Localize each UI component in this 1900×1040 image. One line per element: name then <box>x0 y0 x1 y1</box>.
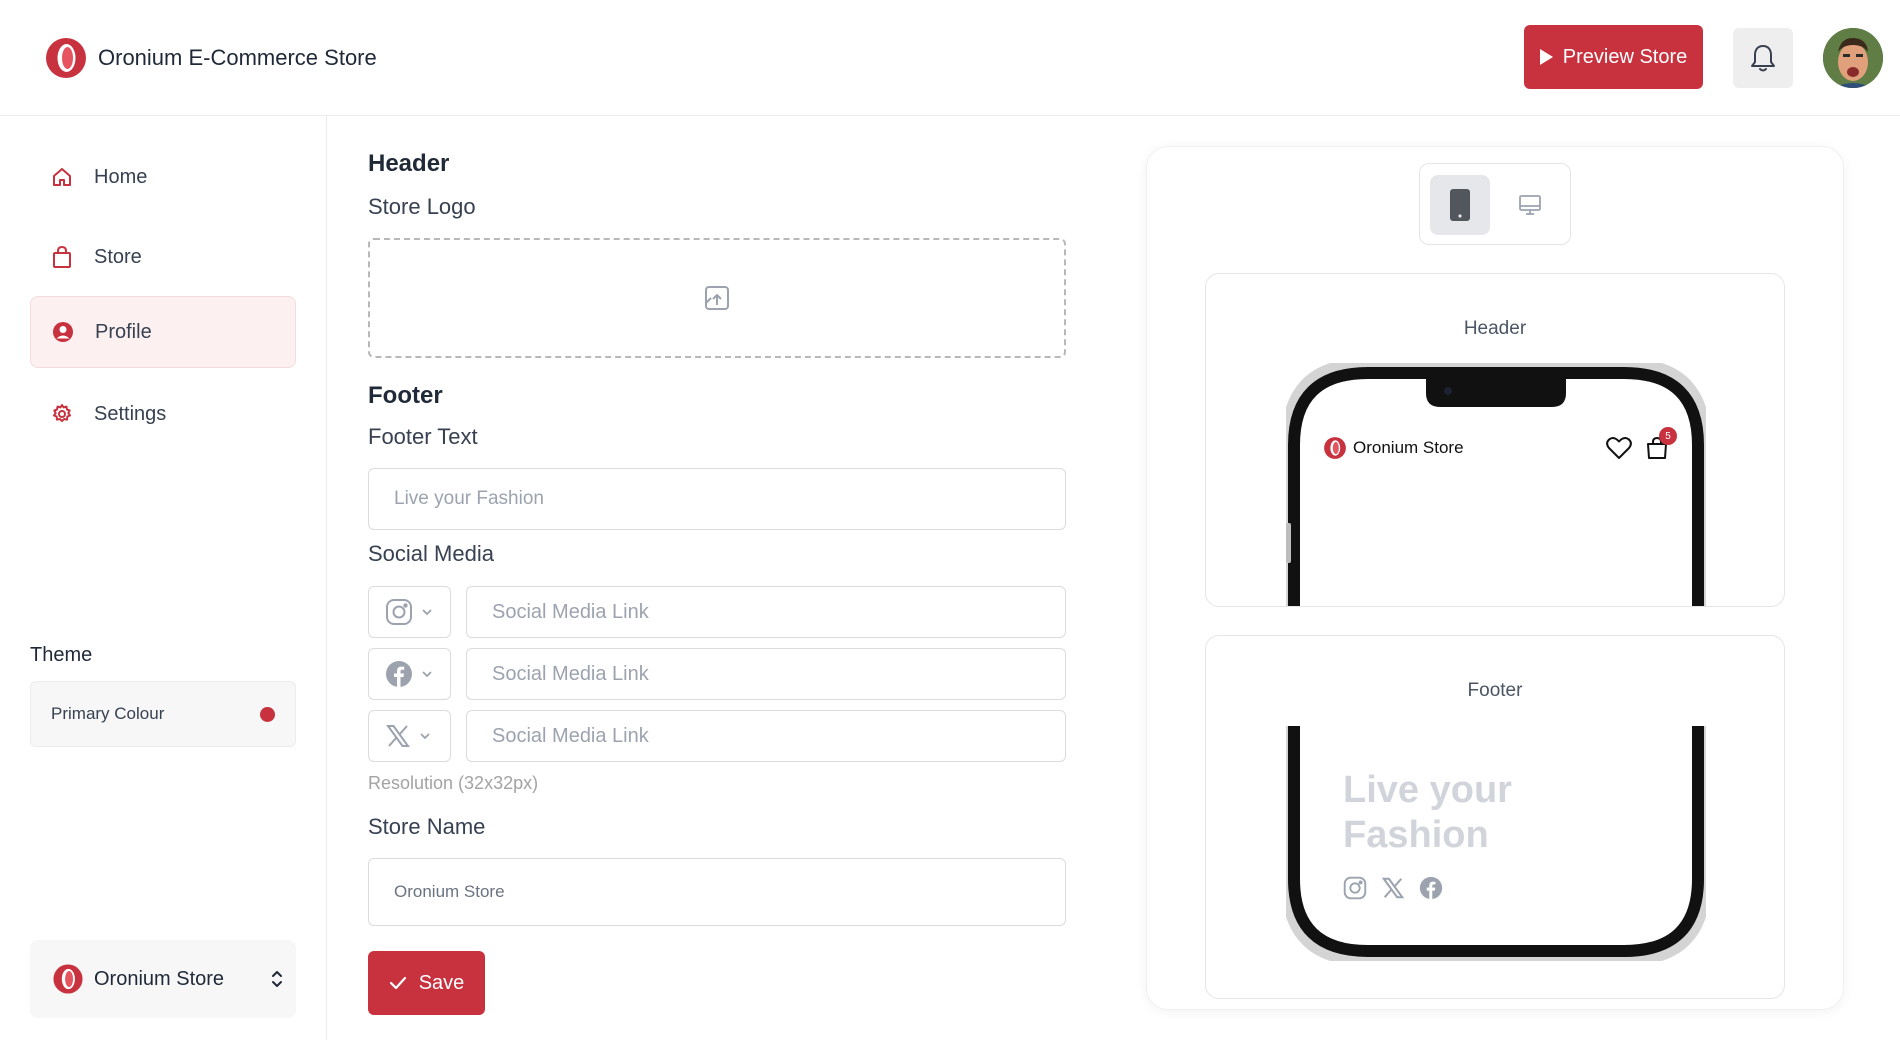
preview-store-button[interactable]: Preview Store <box>1524 25 1703 89</box>
play-icon <box>1539 49 1553 65</box>
social-link-input[interactable]: Social Media Link <box>466 586 1066 638</box>
phone-frame-top-image <box>1281 358 1711 606</box>
instagram-icon <box>386 599 412 625</box>
chevron-down-icon <box>422 671 432 678</box>
phone-frame-top <box>1281 358 1711 606</box>
theme-label: Theme <box>30 644 93 666</box>
footer-preview-card: Footer Live your Fashion <box>1205 635 1785 999</box>
device-toggle <box>1419 163 1571 245</box>
header-section-title: Header <box>368 150 450 177</box>
primary-colour-label: Primary Colour <box>51 704 165 723</box>
chevron-down-icon <box>422 609 432 616</box>
preview-store-header: Oronium Store <box>1323 436 1464 460</box>
instagram-icon[interactable] <box>1343 876 1367 900</box>
social-link-input[interactable]: Social Media Link <box>466 648 1066 700</box>
social-row: Social Media Link <box>368 648 1066 700</box>
mobile-view-button[interactable] <box>1430 175 1490 235</box>
chevron-down-icon <box>420 733 430 740</box>
save-label: Save <box>418 971 465 994</box>
sidebar-item-label: Profile <box>95 320 152 343</box>
sidebar-item-label: Home <box>94 165 148 188</box>
desktop-view-button[interactable] <box>1500 175 1560 235</box>
image-upload-icon <box>705 286 729 310</box>
notifications-button[interactable] <box>1733 28 1793 88</box>
store-switcher[interactable]: Oronium Store <box>30 940 296 1018</box>
preview-footer-socials <box>1343 876 1443 900</box>
save-button[interactable]: Save <box>368 951 485 1015</box>
header-preview-card: Header Oronium Store 5 <box>1205 273 1785 607</box>
preview-panel: Header Oronium Store 5 Footer Live your … <box>1146 146 1844 1010</box>
oronium-logo <box>46 38 86 78</box>
social-platform-select[interactable] <box>368 710 451 762</box>
sidebar-item-label: Store <box>94 245 142 268</box>
store-name-label: Store Name <box>368 814 486 839</box>
footer-text-input[interactable]: Live your Fashion <box>368 468 1066 530</box>
footer-section-title: Footer <box>368 382 443 409</box>
store-logo-label: Store Logo <box>368 194 476 219</box>
social-platform-select[interactable] <box>368 586 451 638</box>
check-icon <box>389 976 406 990</box>
sidebar-item-home[interactable]: Home <box>30 141 296 213</box>
preview-store-label: Preview Store <box>1562 45 1688 68</box>
user-avatar-image <box>1823 28 1883 88</box>
cart-count-badge: 5 <box>1659 427 1677 445</box>
header-preview-title: Header <box>1463 318 1527 339</box>
x-icon[interactable] <box>1381 876 1405 900</box>
sidebar-item-store[interactable]: Store <box>30 221 296 293</box>
sidebar-item-profile[interactable]: Profile <box>30 296 296 368</box>
user-circle-icon <box>51 320 75 344</box>
oronium-logo <box>53 964 83 994</box>
facebook-icon <box>386 661 412 687</box>
primary-colour-swatch <box>260 706 275 722</box>
shopping-bag-icon <box>50 245 74 269</box>
social-platform-select[interactable] <box>368 648 451 700</box>
desktop-icon <box>1519 195 1541 215</box>
store-logo-upload[interactable] <box>368 238 1066 358</box>
x-icon <box>386 725 410 747</box>
app-title: Oronium E-Commerce Store <box>98 45 377 70</box>
social-row: Social Media Link <box>368 586 1066 638</box>
chevron-up-down-icon <box>272 971 282 987</box>
social-link-input[interactable]: Social Media Link <box>466 710 1066 762</box>
social-media-label: Social Media <box>368 541 494 566</box>
sidebar: Home Store Profile Settings Theme Primar… <box>0 116 327 1040</box>
avatar[interactable] <box>1823 28 1883 88</box>
mobile-icon <box>1450 189 1470 221</box>
store-name-input[interactable]: Oronium Store <box>368 858 1066 926</box>
social-row: Social Media Link <box>368 710 1066 762</box>
store-switcher-label: Oronium Store <box>94 967 225 990</box>
preview-store-name: Oronium Store <box>1353 438 1464 457</box>
footer-text-label: Footer Text <box>368 424 478 449</box>
resolution-hint: Resolution (32x32px) <box>368 773 539 793</box>
gear-icon <box>50 402 74 426</box>
home-icon <box>50 165 74 189</box>
sidebar-item-label: Settings <box>94 402 167 425</box>
sidebar-item-settings[interactable]: Settings <box>30 378 296 450</box>
oronium-logo <box>1324 437 1346 459</box>
facebook-icon[interactable] <box>1419 876 1443 900</box>
preview-footer-tagline: Live your Fashion <box>1343 769 1512 856</box>
primary-colour-picker[interactable]: Primary Colour <box>30 681 296 747</box>
bell-icon <box>1751 45 1775 72</box>
footer-preview-title: Footer <box>1467 680 1523 701</box>
top-bar: Oronium E-Commerce Store Preview Store <box>0 0 1900 116</box>
heart-icon <box>1606 437 1632 459</box>
brand[interactable]: Oronium E-Commerce Store <box>44 36 377 80</box>
